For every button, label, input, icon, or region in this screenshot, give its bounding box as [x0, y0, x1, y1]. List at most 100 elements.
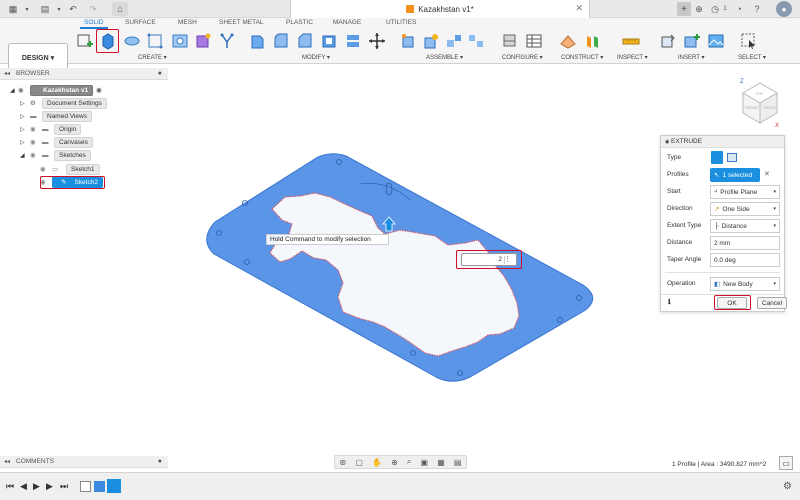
timeline-settings-gear-icon[interactable]: ⚙: [783, 481, 792, 492]
operation-select[interactable]: ◧ New Body ▾: [710, 277, 780, 291]
rigid-group-icon[interactable]: [467, 32, 485, 50]
file-icon[interactable]: ▤: [38, 2, 52, 16]
fusion-tool-icon[interactable]: [218, 32, 236, 50]
timeline-sketch-icon[interactable]: [80, 481, 91, 492]
help-icon[interactable]: ?: [751, 2, 763, 16]
extensions-icon[interactable]: ⊕: [693, 2, 705, 16]
timeline-extrude-icon[interactable]: [94, 481, 105, 492]
notifications-icon[interactable]: ◔: [733, 2, 745, 16]
inspect-menu[interactable]: INSPECT ▾: [617, 54, 648, 61]
expand-arrow-icon[interactable]: ▷: [20, 139, 30, 146]
tab-plastic[interactable]: PLASTIC: [286, 19, 313, 26]
look-at-icon[interactable]: ▢: [355, 458, 363, 467]
avatar[interactable]: ●: [776, 1, 792, 17]
revolve-icon[interactable]: [123, 32, 141, 50]
offset-plane-icon[interactable]: [559, 32, 577, 50]
as-built-joint-icon[interactable]: [445, 32, 463, 50]
assemble-menu[interactable]: ASSEMBLE ▾: [426, 54, 463, 61]
timeline-marker-icon[interactable]: [107, 479, 121, 493]
activate-icon[interactable]: ◉: [96, 86, 102, 94]
document-tab[interactable]: Kazakhstan v1* ✕: [290, 0, 590, 18]
browser-item-origin[interactable]: ▷ ◉ ▬ Origin: [20, 123, 82, 135]
midplane-icon[interactable]: [584, 32, 602, 50]
browser-item-canvases[interactable]: ▷ ◉ ▬ Canvases: [20, 136, 93, 148]
apps-grid-icon[interactable]: ▦: [6, 2, 20, 16]
create-sketch-icon[interactable]: [76, 32, 94, 50]
pattern-icon[interactable]: [194, 32, 212, 50]
redo-icon[interactable]: ↷: [87, 2, 99, 16]
orbit-icon[interactable]: ⊛: [340, 458, 347, 467]
undo-icon[interactable]: ↶: [67, 2, 79, 16]
browser-item-document-settings[interactable]: ▷ ⚙ Document Settings: [20, 97, 107, 109]
tab-utilities[interactable]: UTILITIES: [386, 19, 416, 26]
display-settings-icon[interactable]: ▣: [421, 458, 429, 467]
info-icon[interactable]: ℹ: [668, 298, 671, 306]
step-forward-icon[interactable]: ▶: [46, 481, 53, 492]
close-tab-icon[interactable]: ✕: [575, 3, 583, 14]
viewports-icon[interactable]: ▤: [454, 458, 462, 467]
expand-arrow-icon[interactable]: ▷: [20, 126, 30, 133]
tab-solid[interactable]: SOLID: [84, 19, 104, 26]
shell-icon[interactable]: [320, 32, 338, 50]
design-canvas[interactable]: Hold Command to modify selection 2 ⋮: [168, 66, 658, 456]
browser-item-named-views[interactable]: ▷ ▬ Named Views: [20, 110, 92, 122]
taper-angle-field[interactable]: 0.0 deg: [710, 253, 780, 267]
construct-menu[interactable]: CONSTRUCT ▾: [561, 54, 603, 61]
design-viewport[interactable]: [168, 66, 658, 456]
eye-icon[interactable]: ◉: [18, 86, 30, 94]
play-icon[interactable]: ▶: [33, 481, 40, 492]
cancel-button[interactable]: Cancel: [757, 297, 787, 309]
insert-decal-icon[interactable]: [683, 32, 701, 50]
direction-select[interactable]: ↗ One Side ▾: [710, 202, 780, 216]
sweep-icon[interactable]: [146, 32, 164, 50]
new-component-icon[interactable]: [399, 32, 417, 50]
browser-collapse-icon[interactable]: ◂◂: [4, 70, 10, 77]
apps-dropdown-icon[interactable]: ▾: [22, 2, 32, 16]
viewcube[interactable]: Z TOP FRONT RIGHT X: [735, 75, 785, 130]
expand-arrow-icon[interactable]: ▷: [20, 113, 30, 120]
expand-status-icon[interactable]: ▭: [779, 456, 793, 470]
tab-mesh[interactable]: MESH: [178, 19, 197, 26]
tab-manage[interactable]: MANAGE: [333, 19, 361, 26]
tab-sheet-metal[interactable]: SHEET METAL: [219, 19, 264, 26]
insert-menu[interactable]: INSERT ▾: [678, 54, 704, 61]
zoom-icon[interactable]: ⊕: [391, 458, 398, 467]
new-tab-icon[interactable]: +: [677, 2, 691, 16]
configure-menu[interactable]: CONFIGURE ▾: [502, 54, 543, 61]
comments-options-icon[interactable]: ●: [158, 458, 162, 465]
pan-icon[interactable]: ✋: [372, 458, 382, 467]
chamfer-icon[interactable]: [296, 32, 314, 50]
browser-item-sketches[interactable]: ◢ ◉ ▬ Sketches: [20, 149, 91, 161]
profiles-selection[interactable]: ↖ 1 selected: [710, 168, 760, 182]
job-status-icon[interactable]: ◷: [709, 2, 721, 16]
split-body-icon[interactable]: [344, 32, 362, 50]
eye-icon[interactable]: ◉: [40, 165, 52, 173]
measure-icon[interactable]: [622, 32, 640, 50]
fillet-icon[interactable]: [272, 32, 290, 50]
eye-icon[interactable]: ◉: [30, 125, 42, 133]
insert-canvas-icon[interactable]: [707, 32, 725, 50]
configuration-table-icon[interactable]: [525, 32, 543, 50]
insert-derive-icon[interactable]: [659, 32, 677, 50]
grid-settings-icon[interactable]: ▦: [437, 458, 445, 467]
move-icon[interactable]: [368, 32, 386, 50]
browser-item-sketch1[interactable]: ◉ ▭ Sketch1: [40, 163, 100, 175]
configure-icon[interactable]: [501, 32, 519, 50]
tab-surface[interactable]: SURFACE: [125, 19, 156, 26]
browser-options-icon[interactable]: ●: [158, 70, 162, 77]
type-thin-extrude-icon[interactable]: [727, 153, 737, 162]
joint-icon[interactable]: [422, 32, 440, 50]
select-icon[interactable]: [740, 32, 758, 50]
go-to-end-icon[interactable]: ⏭: [60, 481, 68, 492]
expand-arrow-icon[interactable]: ▷: [20, 100, 30, 107]
dialog-collapse-icon[interactable]: ◉: [665, 139, 669, 145]
hole-icon[interactable]: [171, 32, 189, 50]
expand-arrow-icon[interactable]: ◢: [10, 87, 18, 94]
clear-selection-icon[interactable]: ✕: [764, 170, 770, 178]
create-menu[interactable]: CREATE ▾: [138, 54, 167, 61]
collapse-arrow-icon[interactable]: ◢: [20, 152, 30, 159]
extent-type-select[interactable]: ├ Distance ▾: [710, 219, 780, 233]
modify-menu[interactable]: MODIFY ▾: [302, 54, 330, 61]
eye-icon[interactable]: ◉: [30, 151, 42, 159]
home-icon[interactable]: ⌂: [112, 2, 128, 16]
